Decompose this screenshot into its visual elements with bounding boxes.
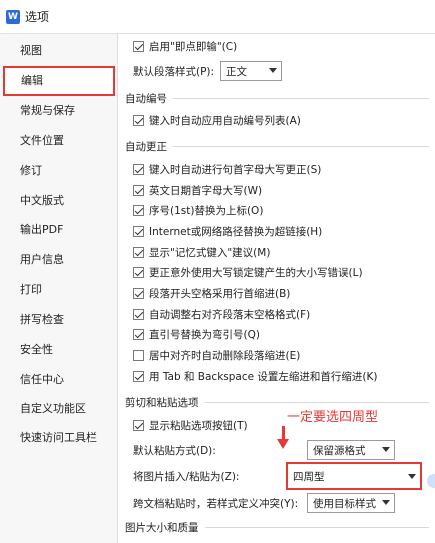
auto-correct-checkbox[interactable] [133,204,144,216]
auto-correct-section-title: 自动更正 [125,140,167,153]
auto-correct-label: 用 Tab 和 Backspace 设置左缩进和首行缩进(K) [149,370,378,383]
window-titlebar: W 选项 [0,0,435,34]
show-paste-button-label: 显示粘贴选项按钮(T) [149,419,248,432]
image-paste-label: 将图片插入/粘贴为(Z): [133,470,240,483]
auto-correct-option[interactable]: 段落开头空格采用行首缩进(B) [133,283,290,303]
auto-correct-checkbox[interactable] [133,308,144,320]
annotation-text: 一定要选四周型 [287,410,379,425]
auto-correct-checkbox[interactable] [133,349,144,361]
auto-correct-label: 键入时自动进行句首字母大写更正(S) [149,163,322,176]
scroll-edge-indicator [427,474,435,488]
sidebar-item-quick-access-toolbar[interactable]: 快速访问工具栏 [0,423,117,453]
image-paste-dropdown[interactable]: 四周型 [286,462,422,490]
sidebar-item-export-pdf[interactable]: 输出PDF [0,215,117,245]
chevron-down-icon [269,68,277,73]
auto-correct-checkbox[interactable] [133,370,144,382]
auto-correct-label: 英文日期首字母大写(W) [149,184,263,197]
cut-paste-section: 剪切和粘贴选项 [125,394,429,410]
auto-correct-option[interactable]: Internet或网络路径替换为超链接(H) [133,221,322,241]
section-divider [173,97,429,99]
auto-number-section: 自动编号 [125,90,429,106]
auto-correct-checkbox[interactable] [133,246,144,258]
default-paste-label: 默认粘贴方式(D): [133,444,216,457]
auto-correct-option[interactable]: 英文日期首字母大写(W) [133,180,262,200]
sidebar-item-view[interactable]: 视图 [0,36,117,66]
default-paste-dropdown[interactable]: 保留源格式 [307,440,395,460]
sidebar-item-spell-check[interactable]: 拼写检查 [0,305,117,335]
options-sidebar: 视图 编辑 常规与保存 文件位置 修订 中文版式 输出PDF 用户信息 打印 拼… [0,34,118,543]
auto-correct-option[interactable]: 用 Tab 和 Backspace 设置左缩进和首行缩进(K) [133,366,378,386]
auto-correct-label: 自动调整右对齐段落末空格格式(F) [149,308,311,321]
section-divider [173,145,429,147]
default-paragraph-style-value: 正文 [226,65,247,78]
auto-correct-label: 直引号替换为弯引号(Q) [149,328,260,341]
auto-correct-option[interactable]: 显示"记忆式键入"建议(M) [133,242,270,262]
auto-correct-option[interactable]: 更正意外使用大写锁定键产生的大小写错误(L) [133,262,363,282]
sidebar-item-general-save[interactable]: 常规与保存 [0,96,117,126]
default-paste-value: 保留源格式 [313,444,366,457]
cross-doc-paste-value: 使用目标样式 [313,497,376,510]
default-paragraph-style-dropdown[interactable]: 正文 [220,61,282,81]
default-paragraph-style-row: 默认段落样式(P): [133,61,214,81]
auto-correct-label: 序号(1st)替换为上标(O) [149,204,264,217]
auto-correct-label: 段落开头空格采用行首缩进(B) [149,287,291,300]
click-and-type-label: 启用"即点即输"(C) [149,40,238,53]
section-divider [204,526,429,528]
window-title: 选项 [25,10,50,24]
sidebar-item-security[interactable]: 安全性 [0,335,117,365]
sidebar-item-customize-ribbon[interactable]: 自定义功能区 [0,394,117,424]
auto-correct-checkbox[interactable] [133,225,144,237]
sidebar-item-print[interactable]: 打印 [0,275,117,305]
auto-number-list-label: 键入时自动应用自动编号列表(A) [149,114,301,127]
cross-doc-paste-row: 跨文档粘贴时，若样式定义冲突(Y): [133,493,298,513]
cross-doc-paste-label: 跨文档粘贴时，若样式定义冲突(Y): [133,497,299,510]
show-paste-button-option[interactable]: 显示粘贴选项按钮(T) [133,415,248,435]
image-quality-section: 图片大小和质量 [125,519,429,535]
click-and-type-option[interactable]: 启用"即点即输"(C) [133,36,237,56]
chevron-down-icon [408,474,416,479]
auto-correct-option[interactable]: 序号(1st)替换为上标(O) [133,200,263,220]
auto-correct-label: 更正意外使用大写锁定键产生的大小写错误(L) [149,266,363,279]
auto-correct-label: 显示"记忆式键入"建议(M) [149,246,271,259]
sidebar-item-trust-center[interactable]: 信任中心 [0,365,117,395]
image-paste-value: 四周型 [293,470,325,483]
wps-app-icon: W [6,9,20,24]
auto-correct-section: 自动更正 [125,138,429,154]
auto-number-section-title: 自动编号 [125,92,167,105]
auto-correct-checkbox[interactable] [133,184,144,196]
sidebar-item-file-location[interactable]: 文件位置 [0,126,117,156]
annotation-arrow-shaft [282,426,285,440]
section-divider [204,401,429,403]
annotation-arrow-icon [277,439,289,449]
auto-correct-option[interactable]: 直引号替换为弯引号(Q) [133,324,260,344]
auto-correct-option[interactable]: 居中对齐时自动删除段落缩进(E) [133,345,300,365]
sidebar-item-revision[interactable]: 修订 [0,156,117,186]
sidebar-item-edit[interactable]: 编辑 [3,66,115,96]
click-and-type-checkbox[interactable] [133,40,144,52]
sidebar-item-chinese-layout[interactable]: 中文版式 [0,186,117,216]
auto-correct-checkbox[interactable] [133,287,144,299]
options-content: 启用"即点即输"(C) 默认段落样式(P): 正文 自动编号 键入时自动应用自动… [119,34,435,543]
auto-correct-label: Internet或网络路径替换为超链接(H) [149,225,323,238]
auto-correct-label: 居中对齐时自动删除段落缩进(E) [149,349,301,362]
image-paste-row: 将图片插入/粘贴为(Z): [133,466,239,486]
cross-doc-paste-dropdown[interactable]: 使用目标样式 [307,493,395,513]
chevron-down-icon [382,447,390,452]
auto-number-list-option[interactable]: 键入时自动应用自动编号列表(A) [133,110,301,130]
image-quality-section-title: 图片大小和质量 [125,521,199,534]
cut-paste-section-title: 剪切和粘贴选项 [125,396,199,409]
auto-number-list-checkbox[interactable] [133,114,144,126]
auto-correct-option[interactable]: 自动调整右对齐段落末空格格式(F) [133,304,310,324]
default-paste-row: 默认粘贴方式(D): [133,440,216,460]
auto-correct-option[interactable]: 键入时自动进行句首字母大写更正(S) [133,159,321,179]
sidebar-item-user-info[interactable]: 用户信息 [0,245,117,275]
show-paste-button-checkbox[interactable] [133,419,144,431]
auto-correct-checkbox[interactable] [133,266,144,278]
chevron-down-icon [382,500,390,505]
auto-correct-checkbox[interactable] [133,328,144,340]
auto-correct-checkbox[interactable] [133,163,144,175]
default-paragraph-style-label: 默认段落样式(P): [133,65,215,78]
